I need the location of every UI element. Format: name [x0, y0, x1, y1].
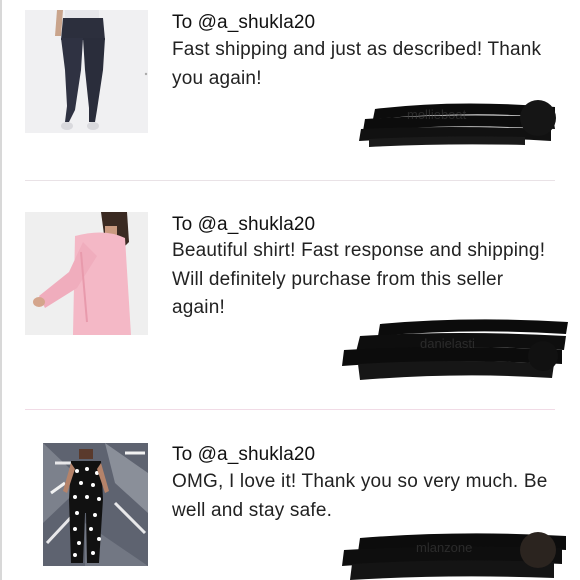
reviewer-avatar[interactable] — [528, 341, 558, 371]
review-recipient[interactable]: To @a_shukla20 — [172, 12, 315, 34]
review-card: To @a_shukla20 OMG, I love it! Thank you… — [0, 410, 580, 580]
reviewer-name: danielasti — [420, 336, 475, 351]
reviewer-avatar[interactable] — [520, 100, 556, 136]
product-thumbnail-jumpsuit[interactable] — [25, 443, 148, 566]
review-recipient[interactable]: To @a_shukla20 — [172, 214, 315, 236]
review-recipient[interactable]: To @a_shukla20 — [172, 444, 315, 466]
leggings-image-icon — [25, 10, 148, 133]
product-thumbnail-shirt[interactable] — [25, 212, 148, 335]
review-card: To @a_shukla20 Fast shipping and just as… — [0, 0, 580, 180]
reviewer-name: mlanzone — [416, 540, 473, 555]
reviewer-name: mollieboat — [407, 107, 467, 122]
shirt-image-icon — [25, 212, 148, 335]
product-thumbnail-leggings[interactable] — [25, 10, 148, 133]
review-card: To @a_shukla20 Beautiful shirt! Fast res… — [0, 181, 580, 409]
review-message: Fast shipping and just as described! Tha… — [172, 39, 542, 89]
jumpsuit-image-icon — [25, 443, 148, 566]
reviewer-avatar[interactable] — [520, 532, 556, 568]
review-message: Beautiful shirt! Fast response and shipp… — [172, 240, 546, 318]
review-message: OMG, I love it! Thank you so very much. … — [172, 471, 548, 521]
